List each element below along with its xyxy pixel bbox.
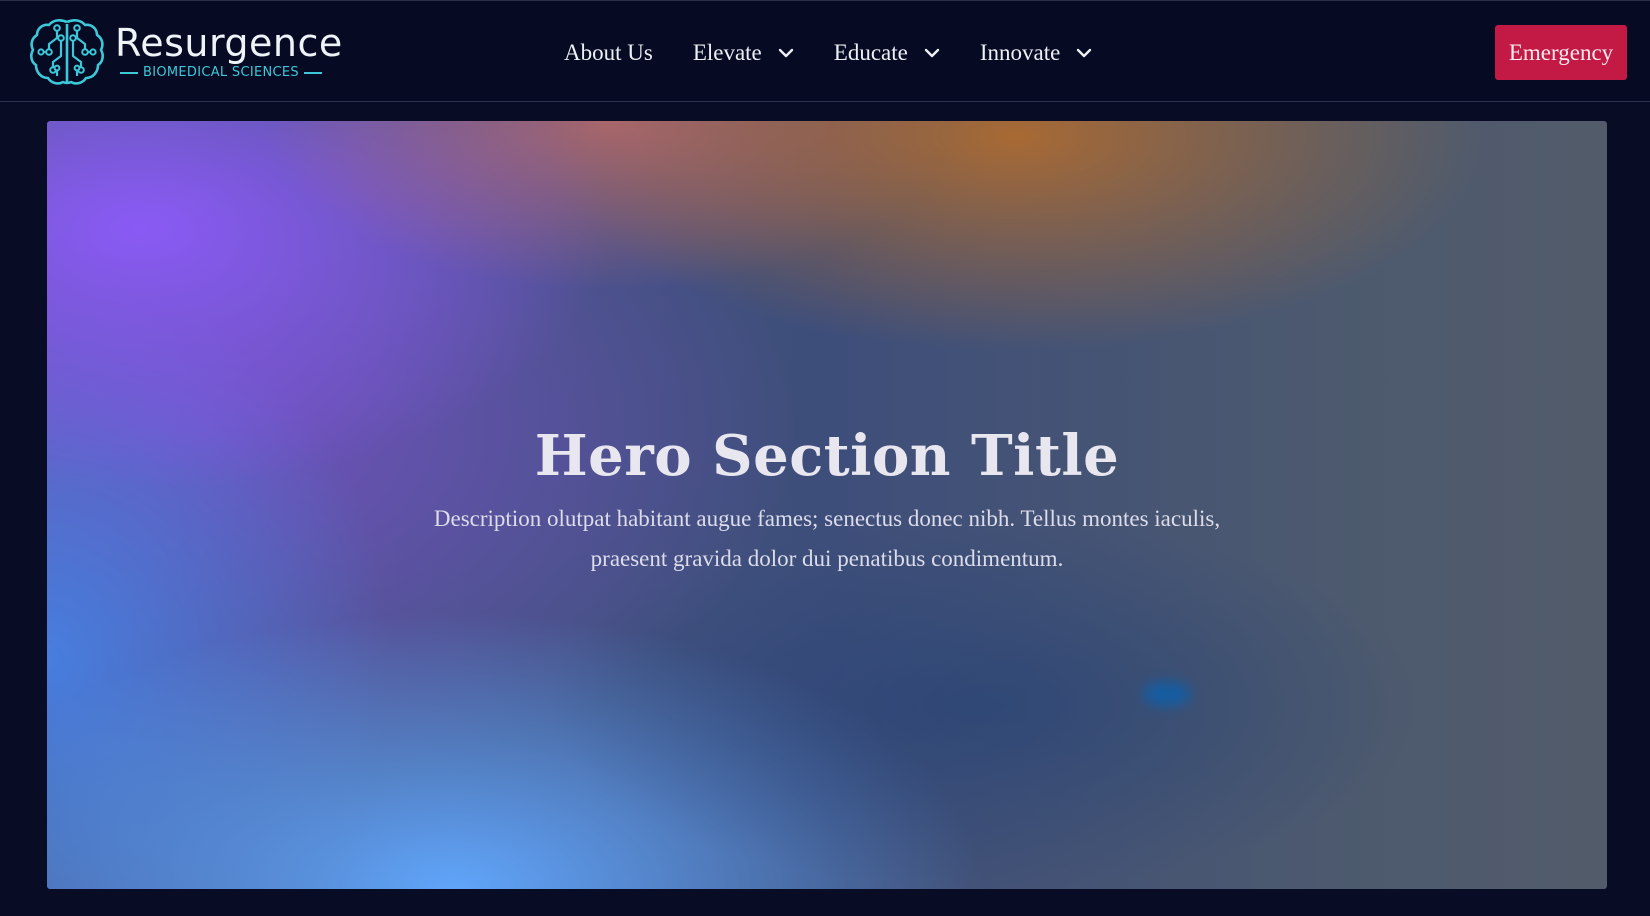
brand-tagline: BIOMEDICAL SCIENCES — [143, 65, 299, 80]
brand-tagline-row: BIOMEDICAL SCIENCES — [115, 65, 343, 81]
main-nav: About Us Elevate Educate Innovate — [564, 32, 1132, 74]
brand-logo[interactable]: Resurgence BIOMEDICAL SCIENCES — [27, 15, 343, 89]
chevron-down-icon — [1077, 48, 1092, 58]
hero-glow-decoration — [1143, 681, 1191, 707]
brand-text: Resurgence BIOMEDICAL SCIENCES — [115, 23, 343, 81]
nav-item-innovate[interactable]: Innovate — [980, 40, 1092, 66]
site-header: Resurgence BIOMEDICAL SCIENCES About Us … — [0, 0, 1650, 102]
nav-item-about-us[interactable]: About Us — [564, 40, 653, 66]
chevron-down-icon — [778, 48, 793, 58]
chevron-down-icon — [924, 48, 940, 58]
brand-name: Resurgence — [115, 21, 343, 65]
emergency-button[interactable]: Emergency — [1495, 25, 1627, 80]
brain-circuit-icon — [30, 19, 104, 85]
tagline-dash — [120, 72, 138, 74]
nav-item-elevate[interactable]: Elevate — [693, 40, 794, 66]
tagline-dash — [303, 72, 322, 74]
nav-item-educate[interactable]: Educate — [834, 40, 940, 66]
hero-section: Hero Section Title Description olutpat h… — [47, 121, 1607, 889]
nav-item-label: Innovate — [979, 40, 1061, 65]
hero-title: Hero Section Title — [534, 423, 1120, 489]
hero-description: Description olutpat habitant augue fames… — [433, 506, 1221, 571]
nav-item-label: About Us — [564, 40, 653, 65]
nav-item-label: Elevate — [692, 40, 762, 65]
nav-item-label: Educate — [833, 40, 908, 65]
